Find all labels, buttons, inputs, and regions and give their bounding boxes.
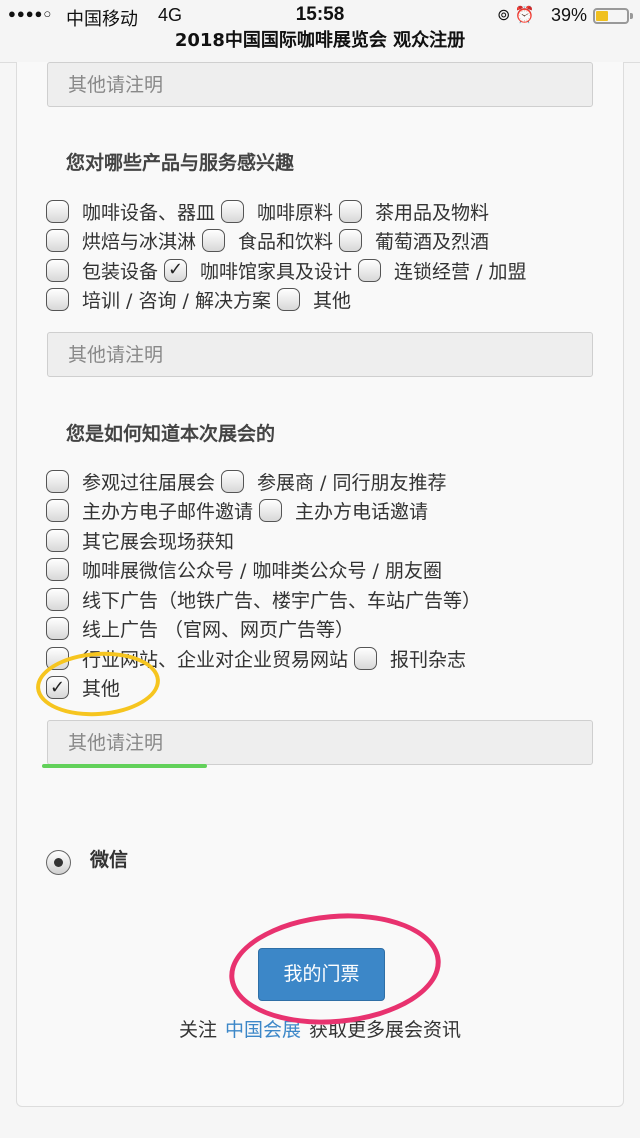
checkbox[interactable] (354, 646, 378, 670)
product-option[interactable]: 其他 (276, 286, 351, 313)
rotation-alarm-icon: ⊚ ⏰ (497, 7, 535, 24)
products-question-title: 您对哪些产品与服务感兴趣 (66, 152, 295, 174)
product-row: 烘焙与冰淇淋 食品和饮料 葡萄酒及烈酒 (46, 226, 495, 256)
checkbox[interactable] (46, 528, 69, 552)
source-other-field[interactable] (47, 720, 593, 765)
checkbox[interactable] (276, 288, 300, 311)
source-option[interactable]: 线上广告 （官网、网页广告等） (46, 615, 354, 642)
product-option[interactable]: 葡萄酒及烈酒 (339, 227, 489, 254)
product-option-label: 食品和饮料 (238, 231, 334, 253)
source-option[interactable]: 参观过往届展会 (46, 468, 215, 495)
product-row: 培训 / 咨询 / 解决方案 其他 (46, 285, 357, 315)
product-option[interactable]: 培训 / 咨询 / 解决方案 (46, 286, 271, 313)
checkbox[interactable] (46, 587, 69, 611)
product-option[interactable]: ✓ 咖啡馆家具及设计 (164, 257, 352, 284)
checkbox[interactable]: ✓ (164, 258, 188, 282)
source-row: 线上广告 （官网、网页广告等） (46, 614, 360, 644)
product-option-label: 包装设备 (82, 260, 159, 283)
checkbox[interactable] (358, 258, 382, 282)
checkbox[interactable] (46, 558, 69, 581)
source-option-label: 报刊杂志 (390, 648, 467, 671)
source-option-label: 主办方电子邮件邀请 (82, 501, 254, 523)
source-option[interactable]: 主办方电子邮件邀请 (46, 497, 253, 524)
source-option-label: 咖啡展微信公众号 / 咖啡类公众号 / 朋友圈 (82, 560, 442, 582)
checkbox[interactable] (46, 258, 69, 282)
product-option[interactable]: 咖啡设备、器皿 (46, 198, 215, 225)
source-option[interactable]: 线下广告（地铁广告、楼宇广告、车站广告等） (46, 586, 481, 613)
status-bar: ●●●●○ 中国移动 4G 15:58 ⊚ ⏰ 39% (0, 0, 640, 30)
checkbox[interactable] (339, 229, 363, 252)
source-option-label: 其它展会现场获知 (82, 530, 235, 553)
product-option-label: 咖啡原料 (257, 201, 334, 224)
annotation-underline-field (42, 764, 207, 768)
product-option-label: 茶用品及物料 (375, 201, 490, 224)
checkbox[interactable] (221, 469, 245, 493)
checkbox[interactable] (46, 199, 69, 223)
checkbox[interactable] (46, 469, 69, 493)
source-option[interactable]: 参展商 / 同行朋友推荐 (221, 468, 447, 495)
follow-link[interactable]: 中国会展 (225, 1019, 301, 1041)
battery-percent: 39% (551, 5, 588, 25)
product-option-label: 其他 (312, 290, 351, 312)
product-option-label: 咖啡馆家具及设计 (200, 260, 353, 283)
product-option[interactable]: 食品和饮料 (202, 227, 333, 254)
checkbox[interactable] (46, 617, 69, 640)
checkbox[interactable] (46, 499, 69, 522)
source-option-label: 参观过往届展会 (82, 471, 216, 494)
product-option-label: 连锁经营 / 加盟 (394, 260, 527, 283)
product-option-label: 培训 / 咨询 / 解决方案 (82, 290, 271, 312)
source-option[interactable]: 咖啡展微信公众号 / 咖啡类公众号 / 朋友圈 (46, 556, 442, 583)
source-option[interactable]: 其它展会现场获知 (46, 527, 234, 554)
wechat-radio[interactable] (46, 850, 71, 875)
checkbox[interactable] (202, 229, 226, 252)
products-other-field[interactable] (47, 332, 593, 377)
product-option[interactable]: 烘焙与冰淇淋 (46, 227, 196, 254)
previous-other-field[interactable] (47, 62, 593, 107)
source-option[interactable]: 主办方电话邀请 (259, 497, 428, 524)
source-option-label: 参展商 / 同行朋友推荐 (257, 471, 447, 494)
source-row: 线下广告（地铁广告、楼宇广告、车站广告等） (46, 584, 487, 614)
source-row: 参观过往届展会 参展商 / 同行朋友推荐 (46, 466, 453, 496)
product-option[interactable]: 咖啡原料 (221, 198, 333, 225)
wechat-radio-label: 微信 (90, 849, 129, 871)
checkbox[interactable] (339, 199, 363, 223)
checkbox[interactable] (46, 288, 69, 311)
checkbox[interactable] (46, 229, 69, 252)
product-row: 咖啡设备、器皿 咖啡原料 茶用品及物料 (46, 196, 495, 226)
status-time: 15:58 (295, 4, 345, 25)
source-option-label: 主办方电话邀请 (295, 501, 429, 523)
source-question-title: 您是如何知道本次展会的 (66, 423, 276, 445)
checkbox[interactable] (259, 499, 283, 522)
product-option[interactable]: 茶用品及物料 (339, 198, 489, 225)
follow-prefix: 关注 (178, 1019, 217, 1041)
product-row: 包装设备 ✓ 咖啡馆家具及设计 连锁经营 / 加盟 (46, 255, 533, 285)
product-option-label: 咖啡设备、器皿 (82, 201, 216, 224)
product-option-label: 烘焙与冰淇淋 (82, 231, 197, 253)
battery-icon (593, 8, 633, 24)
product-option[interactable]: 包装设备 (46, 257, 158, 284)
source-option[interactable]: 报刊杂志 (354, 645, 466, 672)
source-row: 咖啡展微信公众号 / 咖啡类公众号 / 朋友圈 (46, 555, 448, 585)
source-option-label: 线上广告 （官网、网页广告等） (82, 619, 355, 641)
source-row: 其它展会现场获知 (46, 525, 240, 555)
source-row: 主办方电子邮件邀请 主办方电话邀请 (46, 496, 434, 526)
product-option-label: 葡萄酒及烈酒 (375, 231, 490, 253)
product-option[interactable]: 连锁经营 / 加盟 (358, 257, 527, 284)
source-option-label: 线下广告（地铁广告、楼宇广告、车站广告等） (82, 589, 482, 612)
page-title: 2018中国国际咖啡展览会 观众注册 (0, 28, 640, 63)
radio-selected-dot (54, 858, 63, 867)
checkbox[interactable] (221, 199, 245, 223)
